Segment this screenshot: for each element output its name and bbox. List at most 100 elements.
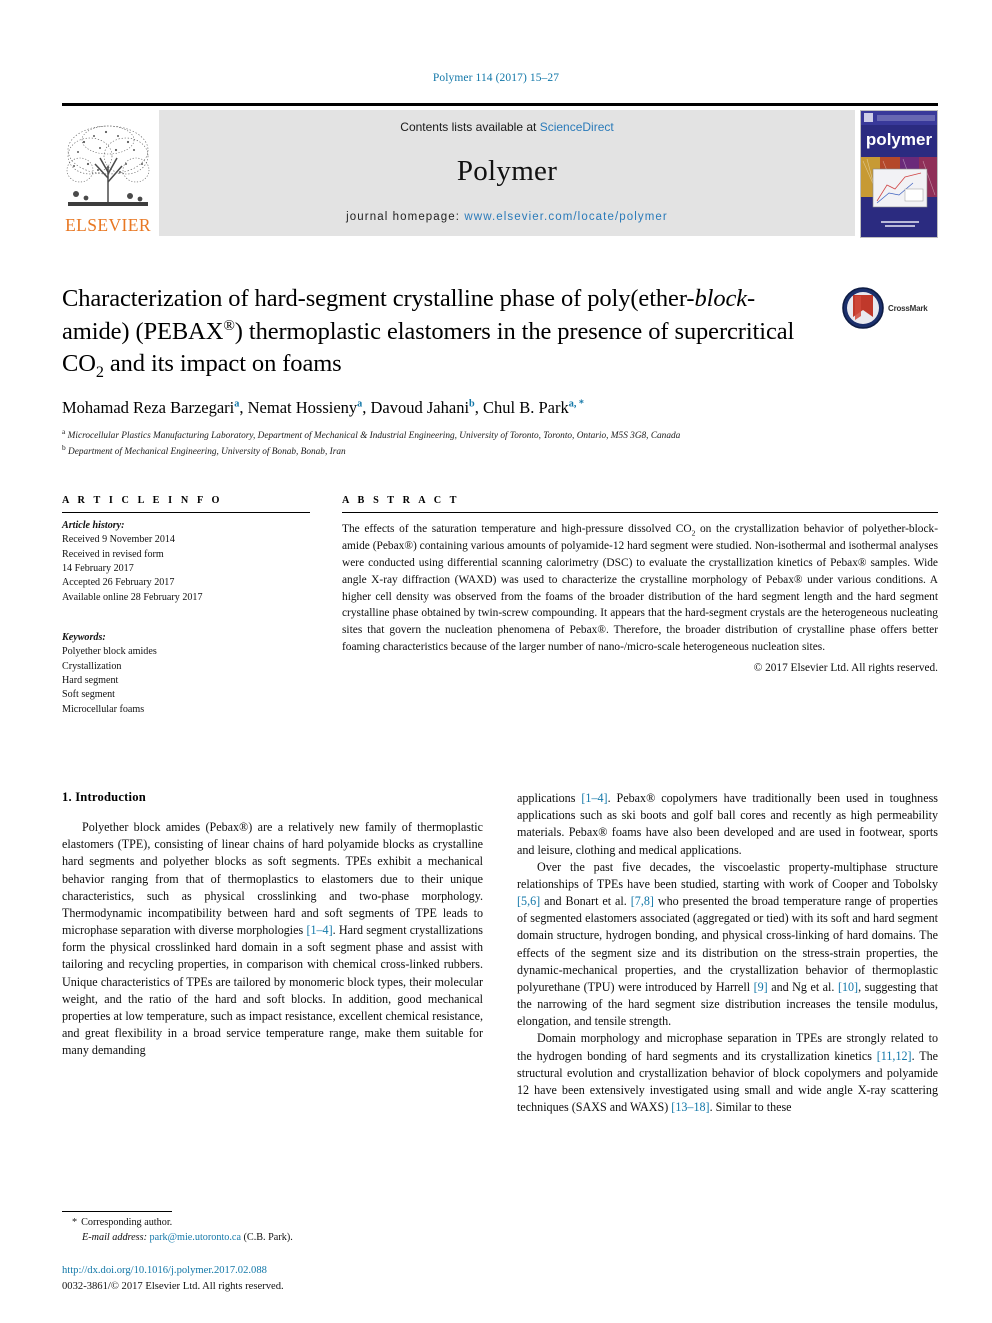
history-item: Accepted 26 February 2017 [62,577,175,589]
journal-homepage-label: journal homepage: [346,211,465,223]
paragraph-text: Polyether block amides (Pebax®) are a re… [62,820,483,938]
elsevier-logo: ELSEVIER [62,110,154,236]
article-history-label: Article history: [62,520,125,531]
title-line-1: Characterization of hard-segment crystal… [62,285,695,312]
journal-homepage-link[interactable]: www.elsevier.com/locate/polymer [464,211,667,223]
title-line-2-tail: ) thermoplastic elastomers in the presen… [234,317,669,345]
paragraph: Polyether block amides (Pebax®) are a re… [62,819,483,1059]
article-info-column: A R T I C L E I N F O Article history: R… [62,495,310,717]
citation-link[interactable]: [9] [754,980,768,994]
title-co2-subscript: 2 [95,364,104,382]
keywords-label: Keywords: [62,631,106,643]
elsevier-wordmark: ELSEVIER [65,214,151,235]
footnote-block: * Corresponding author. E-mail address: p… [62,1211,483,1245]
elsevier-tree-icon [64,119,152,216]
doi-block: http://dx.doi.org/10.1016/j.polymer.2017… [62,1263,284,1295]
affiliation-text: Department of Mechanical Engineering, Un… [68,447,346,458]
sciencedirect-link[interactable]: ScienceDirect [540,120,614,134]
keyword-item: Polyether block amides [62,646,157,658]
keywords-block: Keywords: Polyether block amides Crystal… [62,631,310,717]
corresponding-author-text: Corresponding author. [81,1217,173,1229]
paragraph: Domain morphology and microphase separat… [517,1030,938,1116]
svg-text:polymer: polymer [866,130,933,149]
info-abstract-band: A R T I C L E I N F O Article history: R… [62,495,938,717]
keyword-item: Crystallization [62,660,122,672]
history-item: Received 9 November 2014 [62,534,175,546]
author-affil-marker: a [234,398,240,410]
keyword-item: Microcellular foams [62,703,145,715]
crossmark-label: CrossMark [888,303,928,313]
paragraph-text: and Bonart et al. [540,894,631,909]
footnote-divider [62,1211,172,1213]
contents-available-line: Contents lists available at ScienceDirec… [400,120,613,134]
author-affil-marker: a, * [568,398,585,410]
journal-title: Polymer [456,155,558,187]
contents-available-text: Contents lists available at [400,120,540,134]
title-registered-mark: ® [223,316,235,334]
corresponding-author-line: * Corresponding author. [62,1216,483,1230]
affiliation-marker: b [62,443,66,453]
section-heading-introduction: 1. Introduction [62,790,146,804]
paragraph-text-cont: . Hard segment crystallizations form the… [62,923,483,1058]
sciencedirect-banner: Contents lists available at ScienceDirec… [159,110,855,236]
author-name: Davoud Jahani [370,397,470,417]
citation-link[interactable]: [1–4] [306,923,332,937]
page-title: Characterization of hard-segment crystal… [62,283,807,384]
article-info-heading: A R T I C L E I N F O [62,495,223,506]
affiliation-marker: a [62,426,66,436]
body-columns: 1. Introduction Polyether block amides (… [62,790,938,1116]
citation-link[interactable]: [7,8] [631,894,654,908]
journal-cover-thumbnail: polymer [860,110,938,238]
affiliation-item: a Microcellular Plastics Manufacturing L… [62,427,862,444]
article-history: Article history: Received 9 November 201… [62,519,310,605]
abstract-heading: A B S T R A C T [342,495,460,506]
author-name: Mohamad Reza Barzegari [62,397,235,417]
title-block: CrossMark Characterization of hard-segme… [62,283,938,460]
abstract-post: on the crystallization behavior of polye… [342,523,938,653]
citation-link[interactable]: [13–18] [671,1100,709,1114]
abstract-divider [342,512,938,513]
citation-link[interactable]: [11,12] [877,1049,912,1063]
citation-link[interactable]: [1–4] [581,791,607,805]
running-head: Polymer 114 (2017) 15–27 [432,72,560,84]
article-info-divider [62,512,310,513]
doi-link[interactable]: http://dx.doi.org/10.1016/j.polymer.2017… [62,1263,284,1279]
author-list: Mohamad Reza Barzegaria, Nemat Hossienya… [62,397,585,417]
abstract-copyright: © 2017 Elsevier Ltd. All rights reserved… [753,661,938,674]
paragraph: applications [1–4]. Pebax® copolymers ha… [517,790,938,859]
corresponding-author-marker: * [72,1217,78,1229]
title-block-italic: block [694,285,748,312]
crossmark-badge[interactable]: CrossMark [842,285,938,331]
crossmark-icon [842,287,884,329]
paragraph-text: applications [517,791,582,805]
citation-link[interactable]: [10] [838,980,858,994]
journal-homepage-line: journal homepage: www.elsevier.com/locat… [346,211,668,223]
author-affil-marker: a [357,398,363,410]
author-name: Nemat Hossieny [247,397,358,417]
paragraph: Over the past five decades, the viscoela… [517,859,938,1031]
affiliation-text: Microcellular Plastics Manufacturing Lab… [67,430,681,441]
author-name: Chul B. Park [482,397,569,417]
email-owner: (C.B. Park). [240,1231,293,1243]
citation-link[interactable]: [5,6] [517,894,540,908]
paragraph-text: Domain morphology and microphase separat… [517,1031,938,1063]
keyword-item: Soft segment [62,689,115,701]
paragraph-text: Over the past five decades, the viscoela… [517,859,938,891]
affiliation-list: a Microcellular Plastics Manufacturing L… [62,427,862,460]
email-line: E-mail address: park@mie.utoronto.ca (C.… [62,1231,483,1245]
body-column-left: 1. Introduction Polyether block amides (… [62,790,483,1116]
author-affil-marker: b [469,398,475,410]
paragraph-text: . Similar to these [709,1100,792,1115]
issn-copyright-line: 0032-3861/© 2017 Elsevier Ltd. All right… [62,1281,284,1293]
paper-page: Polymer 114 (2017) 15–27 ELSEVIER Conten… [0,0,992,1323]
email-link[interactable]: park@mie.utoronto.ca [150,1232,241,1243]
abstract-text: The effects of the saturation temperatur… [342,521,938,656]
affiliation-item: b Department of Mechanical Engineering, … [62,443,862,460]
history-item: 14 February 2017 [62,562,134,574]
paragraph-text: and Ng et al. [767,979,838,994]
abstract-pre: The effects of the saturation temperatur… [342,523,692,535]
email-label: E-mail address: [82,1231,150,1243]
journal-masthead: ELSEVIER Contents lists available at Sci… [62,103,938,238]
title-line-3-tail: and its impact on foams [103,350,342,378]
keyword-item: Hard segment [62,674,119,686]
